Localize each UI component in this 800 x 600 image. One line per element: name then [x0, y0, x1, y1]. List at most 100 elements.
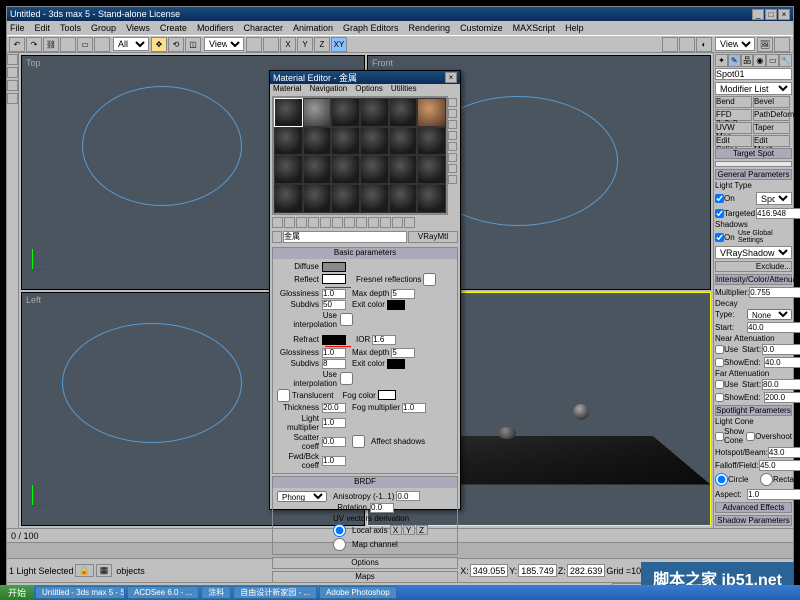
taskbar-item[interactable]: 涂料 [201, 586, 231, 599]
menu-options[interactable]: Options [355, 84, 383, 96]
material-slot[interactable] [274, 127, 303, 156]
material-slot[interactable] [417, 127, 446, 156]
material-slot[interactable] [360, 98, 389, 127]
tab-icon[interactable] [7, 67, 18, 78]
refract-maxdepth-field[interactable] [391, 348, 415, 358]
material-slot[interactable] [331, 155, 360, 184]
rollout-advanced[interactable]: Advanced Effects [715, 502, 792, 513]
menu-help[interactable]: Help [565, 23, 584, 33]
object-name-field[interactable] [715, 68, 792, 80]
put-to-lib-icon[interactable] [344, 217, 355, 228]
tab-icon[interactable] [7, 80, 18, 91]
hotspot-field[interactable] [768, 447, 800, 458]
view-dropdown2[interactable]: View [715, 37, 755, 51]
menu-rendering[interactable]: Rendering [409, 23, 451, 33]
btn-bend[interactable]: Bend [715, 96, 752, 108]
tab-display-icon[interactable]: ▭ [766, 54, 779, 67]
stack-item[interactable]: Target Spot [715, 148, 792, 159]
reflect-swatch[interactable] [322, 274, 346, 284]
rollout-spotlight[interactable]: Spotlight Parameters [715, 405, 792, 416]
material-slot[interactable] [303, 98, 332, 127]
fogmult-field[interactable] [402, 403, 426, 413]
refract-interp-checkbox[interactable] [340, 372, 353, 385]
diffuse-swatch[interactable] [322, 262, 346, 272]
pivot-icon[interactable] [246, 37, 262, 52]
localaxis-radio[interactable] [333, 524, 346, 537]
btn-editmesh[interactable]: Edit Mesh [753, 135, 790, 147]
start-button[interactable]: 开始 [0, 585, 34, 600]
menu-edit[interactable]: Edit [35, 23, 51, 33]
link-icon[interactable]: ⛓ [43, 37, 59, 52]
overshoot-checkbox[interactable] [746, 432, 755, 441]
shadow-type-dropdown[interactable]: VRayShadow [715, 246, 792, 259]
menu-group[interactable]: Group [91, 23, 116, 33]
tab-modify-icon[interactable]: ✎ [728, 54, 741, 67]
lightmult-field[interactable] [322, 418, 346, 428]
rollout-maps[interactable]: Maps [272, 571, 458, 583]
menu-modifiers[interactable]: Modifiers [197, 23, 234, 33]
material-slot[interactable] [389, 155, 418, 184]
menu-customize[interactable]: Customize [460, 23, 503, 33]
selection-filter[interactable]: All [113, 37, 149, 51]
refract-subdivs-field[interactable] [322, 359, 346, 369]
ior-field[interactable] [372, 335, 396, 345]
min-button[interactable]: _ [752, 9, 764, 20]
material-name-field[interactable] [283, 231, 407, 243]
btn-bevel[interactable]: Bevel [753, 96, 790, 108]
decay-type-dropdown[interactable]: None [747, 309, 792, 320]
make-preview-icon[interactable] [448, 153, 457, 162]
sample-type-icon[interactable] [448, 98, 457, 107]
material-slot[interactable] [331, 184, 360, 213]
move-icon[interactable]: ✥ [151, 37, 167, 52]
near-use-checkbox[interactable] [715, 345, 724, 354]
material-slot[interactable] [331, 98, 360, 127]
menu-navigation[interactable]: Navigation [309, 84, 347, 96]
menu-maxscript[interactable]: MAXScript [513, 23, 556, 33]
targeted-field[interactable] [756, 208, 800, 219]
brdf-type-dropdown[interactable]: Phong [277, 491, 327, 502]
tab-icon[interactable] [7, 93, 18, 104]
material-slot[interactable] [360, 184, 389, 213]
far-use-checkbox[interactable] [715, 380, 724, 389]
reflect-interp-checkbox[interactable] [340, 313, 353, 326]
affectshadows-checkbox[interactable] [352, 435, 365, 448]
reflect-subdivs-field[interactable] [322, 300, 346, 310]
taskbar-item[interactable]: Adobe Photoshop [319, 586, 397, 599]
lock-icon[interactable]: 🔒 [75, 564, 94, 577]
schematic-icon[interactable]: ▦ [96, 564, 113, 577]
x-field[interactable]: 349.055 [470, 564, 509, 577]
refract-gloss-field[interactable] [322, 348, 346, 358]
menu-character[interactable]: Character [243, 23, 283, 33]
rollout-basic[interactable]: Basic parameters [273, 248, 457, 259]
material-slot[interactable] [331, 127, 360, 156]
put-to-scene-icon[interactable] [284, 217, 295, 228]
menu-animation[interactable]: Animation [293, 23, 333, 33]
background-icon[interactable] [448, 120, 457, 129]
light-type-dropdown[interactable]: Spot [756, 192, 792, 205]
far-start-field[interactable] [762, 379, 800, 390]
copy-icon[interactable] [320, 217, 331, 228]
y-field[interactable]: 185.749 [518, 564, 557, 577]
refract-exitcolor-swatch[interactable] [387, 359, 405, 369]
material-slot[interactable] [274, 155, 303, 184]
backlight-icon[interactable] [448, 109, 457, 118]
make-unique-icon[interactable] [332, 217, 343, 228]
pick-icon[interactable] [272, 231, 282, 243]
rotation-field[interactable] [370, 503, 394, 513]
axis-y-button[interactable]: Y [403, 525, 415, 535]
quickrender-icon[interactable] [774, 37, 790, 52]
material-slot[interactable] [417, 155, 446, 184]
select-by-mtl-icon[interactable] [448, 175, 457, 184]
material-slot[interactable] [360, 155, 389, 184]
tab-create-icon[interactable]: ✦ [715, 54, 728, 67]
btn-editspline[interactable]: Edit Spline [715, 135, 752, 147]
menu-file[interactable]: File [10, 23, 25, 33]
get-material-icon[interactable] [272, 217, 283, 228]
snap-icon[interactable] [263, 37, 279, 52]
material-editor-icon[interactable]: ◐ [696, 37, 712, 52]
axis-y-button[interactable]: Y [297, 37, 313, 52]
near-end-field[interactable] [764, 357, 800, 368]
material-slot[interactable] [389, 98, 418, 127]
close-icon[interactable]: × [445, 72, 457, 83]
btn-uvwmap[interactable]: UVW Map [715, 122, 752, 134]
